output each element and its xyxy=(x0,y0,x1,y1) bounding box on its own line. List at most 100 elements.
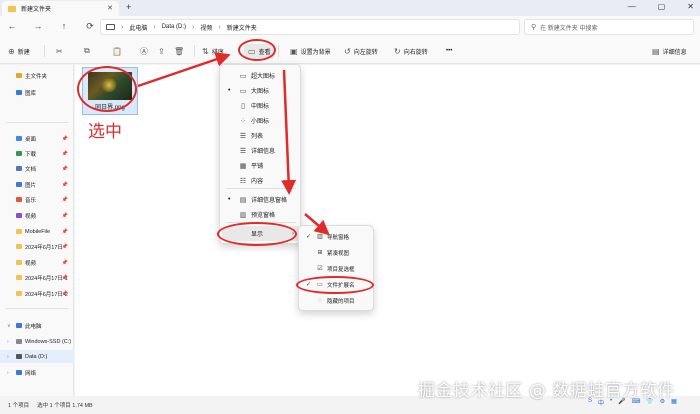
set-background-button[interactable]: ▣ 设置为背景 xyxy=(290,44,331,58)
cut-button[interactable]: ✂ xyxy=(56,44,63,58)
delete-button[interactable]: 🗑 xyxy=(174,44,184,58)
sidebar-item[interactable]: 图片 📌 xyxy=(0,178,74,191)
file-list-area[interactable]: 同日界.png xyxy=(75,65,700,396)
close-tab-icon[interactable]: ✕ xyxy=(107,4,113,12)
back-button[interactable]: ← xyxy=(6,21,18,32)
pin-icon: 📌 xyxy=(61,259,68,266)
search-placeholder: 在 新建文件夹 中搜索 xyxy=(540,25,598,32)
view-menu-item[interactable]: ▭ 超大图标 xyxy=(222,68,300,83)
search-icon: ⚲ xyxy=(531,24,537,31)
new-label: 新建 xyxy=(17,49,30,56)
sidebar-item-label: 桌面 xyxy=(25,136,37,143)
rename-icon: Ⓐ xyxy=(140,46,148,56)
view-menu-item[interactable]: ☷ 内容 xyxy=(222,173,300,188)
sidebar-item-label: 视频 xyxy=(25,213,37,220)
tray-icon[interactable]: ⌨ xyxy=(632,398,641,407)
highlight-file-extensions xyxy=(296,276,374,294)
sidebar-item[interactable]: ∨ 此电脑 xyxy=(0,319,74,332)
more-button[interactable]: ••• xyxy=(446,44,452,58)
sort-button[interactable]: ⇅ 排序 xyxy=(202,44,224,58)
folder-icon xyxy=(16,323,22,328)
sidebar-item[interactable]: 文档 📌 xyxy=(0,162,74,175)
show-menu-item[interactable]: ☑ 项目复选框 xyxy=(301,261,373,276)
show-option-icon: ☑ xyxy=(317,266,323,272)
sidebar-item[interactable]: 桌面 📌 xyxy=(0,132,74,145)
sidebar-item[interactable]: 视频 📌 xyxy=(0,209,74,222)
sidebar-item[interactable]: › Data (D:) xyxy=(0,350,74,363)
forward-button[interactable]: → xyxy=(32,21,44,32)
refresh-button[interactable]: ⟳ xyxy=(84,21,96,32)
rotate-left-button[interactable]: ↺ 向左旋转 xyxy=(344,44,378,58)
breadcrumb[interactable]: › 此电脑 › Data (D:) › 视频 › 新建文件夹 xyxy=(100,19,520,35)
maximize-button[interactable]: ▢ xyxy=(658,2,666,11)
show-menu-item[interactable]: ◌ 隐藏的项目 xyxy=(301,293,373,308)
tray-icon[interactable]: 🎤 xyxy=(618,398,625,407)
search-input[interactable]: ⚲ 在 新建文件夹 中搜索 xyxy=(524,19,694,35)
sidebar-item-label: Data (D:) xyxy=(25,353,48,360)
sidebar-item[interactable]: 2024年6月17日 📌 xyxy=(0,240,74,253)
new-button[interactable]: ⊕ 新建 xyxy=(8,44,30,58)
view-menu-item[interactable]: ▦ 平铺 xyxy=(222,158,300,173)
expand-chevron-icon[interactable]: › xyxy=(7,370,9,376)
view-menu-item[interactable]: ▯ 中图标 xyxy=(222,98,300,113)
view-menu-item[interactable]: ▥ 预览窗格 xyxy=(222,207,300,222)
window-controls: — ▢ ✕ xyxy=(628,2,694,11)
view-menu-item[interactable]: ☰ 详细信息 xyxy=(222,143,300,158)
sidebar-item[interactable]: 2024年6月17日-1 📌 xyxy=(0,271,74,284)
share-button[interactable]: ⇪ xyxy=(158,44,165,58)
sidebar-item[interactable]: 视频 📌 xyxy=(0,256,74,269)
toolbar-divider xyxy=(194,45,195,57)
breadcrumb-this-pc[interactable]: 此电脑 xyxy=(129,23,147,32)
tray-icon[interactable]: ▦ xyxy=(671,398,677,407)
pin-icon: 📌 xyxy=(61,243,68,250)
tray-icon[interactable]: ⚙ xyxy=(660,398,665,407)
sidebar-item[interactable]: 下载 📌 xyxy=(0,147,74,160)
view-mode-icon: ▦ xyxy=(239,162,247,170)
breadcrumb-new-folder[interactable]: 新建文件夹 xyxy=(227,23,257,32)
sidebar-item[interactable]: 图库 xyxy=(0,86,74,99)
view-menu-label: 大图标 xyxy=(251,89,270,95)
sidebar-item[interactable]: 音乐 📌 xyxy=(0,193,74,206)
tray-icon[interactable]: 中 xyxy=(598,398,604,407)
view-menu-label: 预览窗格 xyxy=(251,213,276,219)
sidebar-item[interactable]: MobileFile 📌 xyxy=(0,225,74,238)
show-menu-item[interactable]: ⊞ 紧凑视图 xyxy=(301,245,373,260)
copy-button[interactable]: ⧉ xyxy=(84,44,90,58)
sidebar-item[interactable]: › 网络 xyxy=(0,366,74,379)
folder-icon xyxy=(8,5,16,12)
paste-button[interactable]: 📋 xyxy=(112,44,122,58)
folder-icon xyxy=(16,275,22,280)
breadcrumb-videos[interactable]: 视频 xyxy=(200,23,212,32)
expand-chevron-icon[interactable]: › xyxy=(7,354,9,360)
show-menu-label: 隐藏的项目 xyxy=(327,298,355,305)
rotate-right-button[interactable]: ↻ 向右旋转 xyxy=(394,44,428,58)
new-tab-button[interactable]: + xyxy=(126,2,131,12)
view-menu-item[interactable]: • ▤ 详细信息窗格 xyxy=(222,192,300,207)
minimize-button[interactable]: — xyxy=(628,2,636,11)
tab-active[interactable]: 新建文件夹 ✕ xyxy=(2,1,119,16)
folder-icon xyxy=(16,291,22,296)
show-menu-item[interactable]: ✓ ▥ 导航窗格 xyxy=(301,229,373,244)
up-button[interactable]: ↑ xyxy=(58,21,70,32)
view-menu-item[interactable]: ⁘ 小图标 xyxy=(222,113,300,128)
highlight-file xyxy=(77,66,137,112)
pin-icon: 📌 xyxy=(61,212,68,219)
rotate-right-icon: ↻ xyxy=(394,46,401,56)
view-menu-label: 列表 xyxy=(251,134,264,140)
expand-chevron-icon[interactable]: ∨ xyxy=(7,323,11,329)
view-menu-item[interactable]: ☰ 列表 xyxy=(222,128,300,143)
sidebar-item[interactable]: › Windows-SSD (C:) xyxy=(0,335,74,348)
sidebar-item[interactable]: 2024年6月17日-2 📌 xyxy=(0,287,74,300)
sidebar-item-label: 视频 xyxy=(25,260,37,267)
close-window-button[interactable]: ✕ xyxy=(687,2,694,11)
breadcrumb-data-drive[interactable]: Data (D:) xyxy=(162,24,186,30)
tray-icon[interactable]: 👕 xyxy=(646,398,653,407)
rename-button[interactable]: Ⓐ xyxy=(140,44,148,58)
tray-icon[interactable]: • xyxy=(610,398,612,407)
view-mode-icon: ▯ xyxy=(241,102,245,110)
tray-icon[interactable]: S xyxy=(588,398,592,407)
details-button[interactable]: ▤ 详细信息 xyxy=(652,44,687,58)
view-menu-item[interactable]: • ▭ 大图标 xyxy=(222,83,300,98)
sidebar-item[interactable]: 主文件夹 xyxy=(0,69,74,82)
expand-chevron-icon[interactable]: › xyxy=(7,339,9,345)
